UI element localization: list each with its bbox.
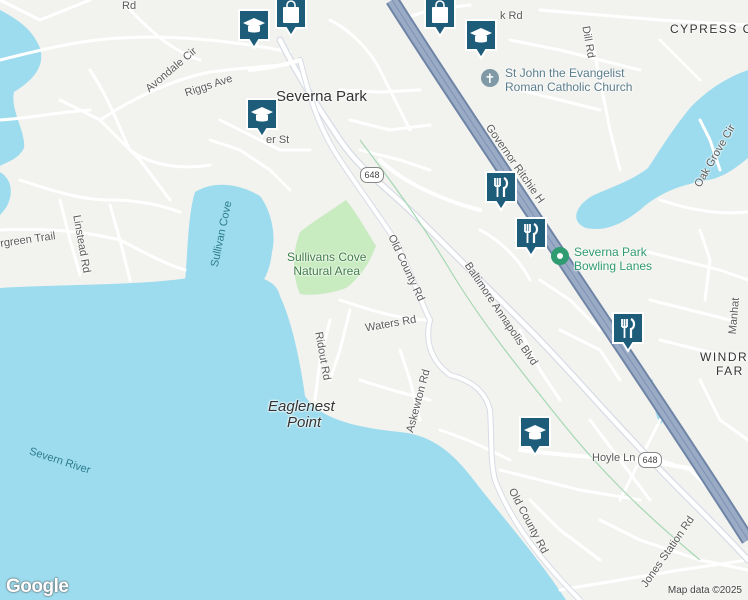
church-label-line1: St John the Evangelist xyxy=(505,66,625,80)
route-648-shield: 648 xyxy=(360,167,384,183)
church-label[interactable]: St John the Evangelist Roman Catholic Ch… xyxy=(505,66,632,94)
place-label-cypress-creek: CYPRESS C xyxy=(670,22,748,36)
church-label-line2: Roman Catholic Church xyxy=(505,80,633,94)
route-648-shield: 648 xyxy=(638,452,662,468)
bowling-label-line2: Bowling Lanes xyxy=(574,259,653,273)
map-canvas[interactable]: ✝ xyxy=(0,0,748,600)
park-label-line2: Natural Area xyxy=(293,264,361,278)
bowling-label-line1: Severna Park xyxy=(574,245,647,259)
school-marker[interactable] xyxy=(245,97,279,139)
park-label-line1: Sullivans Cove xyxy=(287,250,367,264)
school-marker[interactable] xyxy=(464,18,498,60)
shopping-marker[interactable] xyxy=(423,0,457,38)
shopping-marker[interactable] xyxy=(274,0,308,38)
place-label-eaglenest-2: Point xyxy=(287,414,322,431)
restaurant-marker[interactable] xyxy=(611,311,645,353)
school-marker[interactable] xyxy=(518,415,552,457)
svg-text:✝: ✝ xyxy=(485,72,496,87)
road-label-hoyle: Hoyle Ln xyxy=(592,452,636,464)
restaurant-marker[interactable] xyxy=(484,170,518,212)
place-label-severna-park: Severna Park xyxy=(276,88,367,105)
park-label: Sullivans Cove Natural Area xyxy=(287,250,366,278)
map-attribution[interactable]: Map data ©2025 xyxy=(668,585,742,596)
place-label-windridge: WINDR xyxy=(700,350,748,364)
place-label-eaglenest: Eaglenest xyxy=(268,398,335,415)
church-marker[interactable]: ✝ xyxy=(481,69,499,87)
restaurant-marker[interactable] xyxy=(514,216,548,258)
road-label-top-rd-2: k Rd xyxy=(500,10,523,22)
bowling-label[interactable]: Severna Park Bowling Lanes xyxy=(574,245,652,273)
road-label-top-rd: Rd xyxy=(122,0,137,12)
school-marker[interactable] xyxy=(237,8,271,50)
google-logo: Google xyxy=(6,576,69,597)
bowling-marker[interactable] xyxy=(551,247,569,265)
place-label-windridge-2: FAR xyxy=(716,364,744,378)
